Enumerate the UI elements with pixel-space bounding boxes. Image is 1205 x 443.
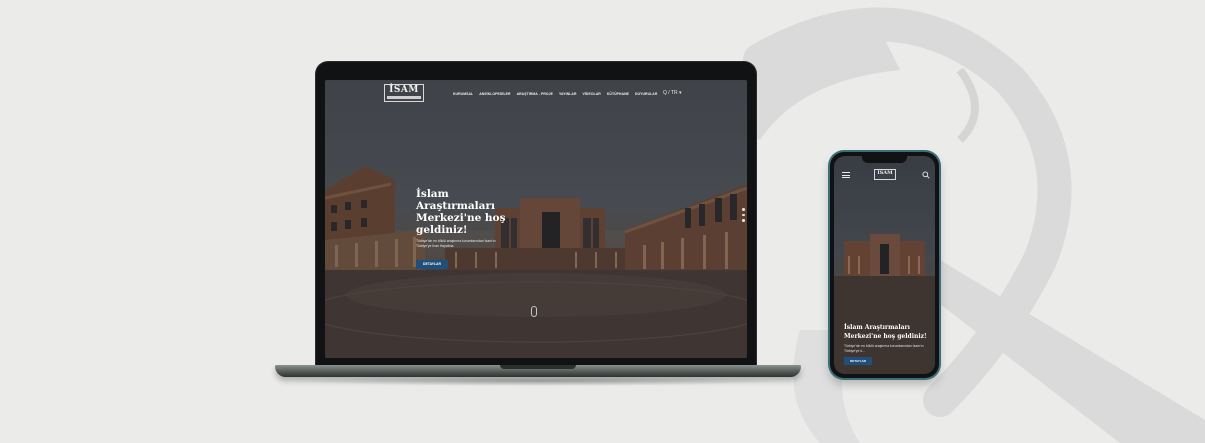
nav-item-duyurular[interactable]: DUYURULAR [635,92,657,96]
site-logo-text: İSAM [389,85,419,95]
hero-description: Türkiye'nin en köklü araştırma kurumları… [416,239,496,248]
slider-dot[interactable] [742,208,745,211]
laptop-mockup: İSAM KURUMSAL ANSİKLOPEDİLER ARAŞTIRMA -… [316,62,756,367]
slider-dots [742,208,745,225]
scroll-down-icon[interactable] [531,306,537,317]
building-photo [325,80,747,358]
search-language-switcher[interactable]: Q / TR ▾ [663,90,682,96]
slider-dot[interactable] [742,213,745,216]
hero-title: İslam Araştırmaları Merkezi'ne hoş geldi… [416,188,506,236]
slider-dot[interactable] [742,219,745,222]
nav-item-kutuphane[interactable]: KÜTÜPHANE [607,92,629,96]
phone-notch [862,156,907,163]
laptop-shadow [290,376,790,386]
main-nav: KURUMSAL ANSİKLOPEDİLER ARAŞTIRMA - PROJ… [453,92,657,96]
laptop-screen: İSAM KURUMSAL ANSİKLOPEDİLER ARAŞTIRMA -… [325,80,747,358]
hamburger-menu-icon[interactable] [842,172,850,178]
nav-item-videolar[interactable]: VİDEOLAR [583,92,601,96]
phone-building-photo [834,156,935,374]
phone-hero-title: İslam Araştırmaları Merkezi'ne hoş geldi… [844,324,927,340]
phone-logo-text: İSAM [877,170,893,176]
site-logo[interactable]: İSAM [384,84,424,102]
details-button[interactable]: DETAYLAR [416,260,448,269]
phone-screen: İSAM İslam Araştırmaları Merkezi'ne hoş … [834,156,935,374]
nav-item-kurumsal[interactable]: KURUMSAL [453,92,473,96]
phone-mockup: İSAM İslam Araştırmaları Merkezi'ne hoş … [830,152,939,378]
nav-item-yayinlar[interactable]: YAYINLAR [559,92,577,96]
phone-details-button[interactable]: DETAYLAR [844,357,872,365]
phone-hero-description: Türkiye'nin en köklü araştırma kurumları… [844,344,924,353]
nav-item-arastirma-proje[interactable]: ARAŞTIRMA - PROJE [517,92,553,96]
laptop-opening-notch [500,365,576,369]
phone-site-logo[interactable]: İSAM [874,169,896,180]
search-icon[interactable] [922,171,930,179]
site-logo-subtitle-bar [387,96,421,99]
nav-item-ansiklopediler[interactable]: ANSİKLOPEDİLER [479,92,510,96]
site-header: İSAM KURUMSAL ANSİKLOPEDİLER ARAŞTIRMA -… [325,80,747,110]
